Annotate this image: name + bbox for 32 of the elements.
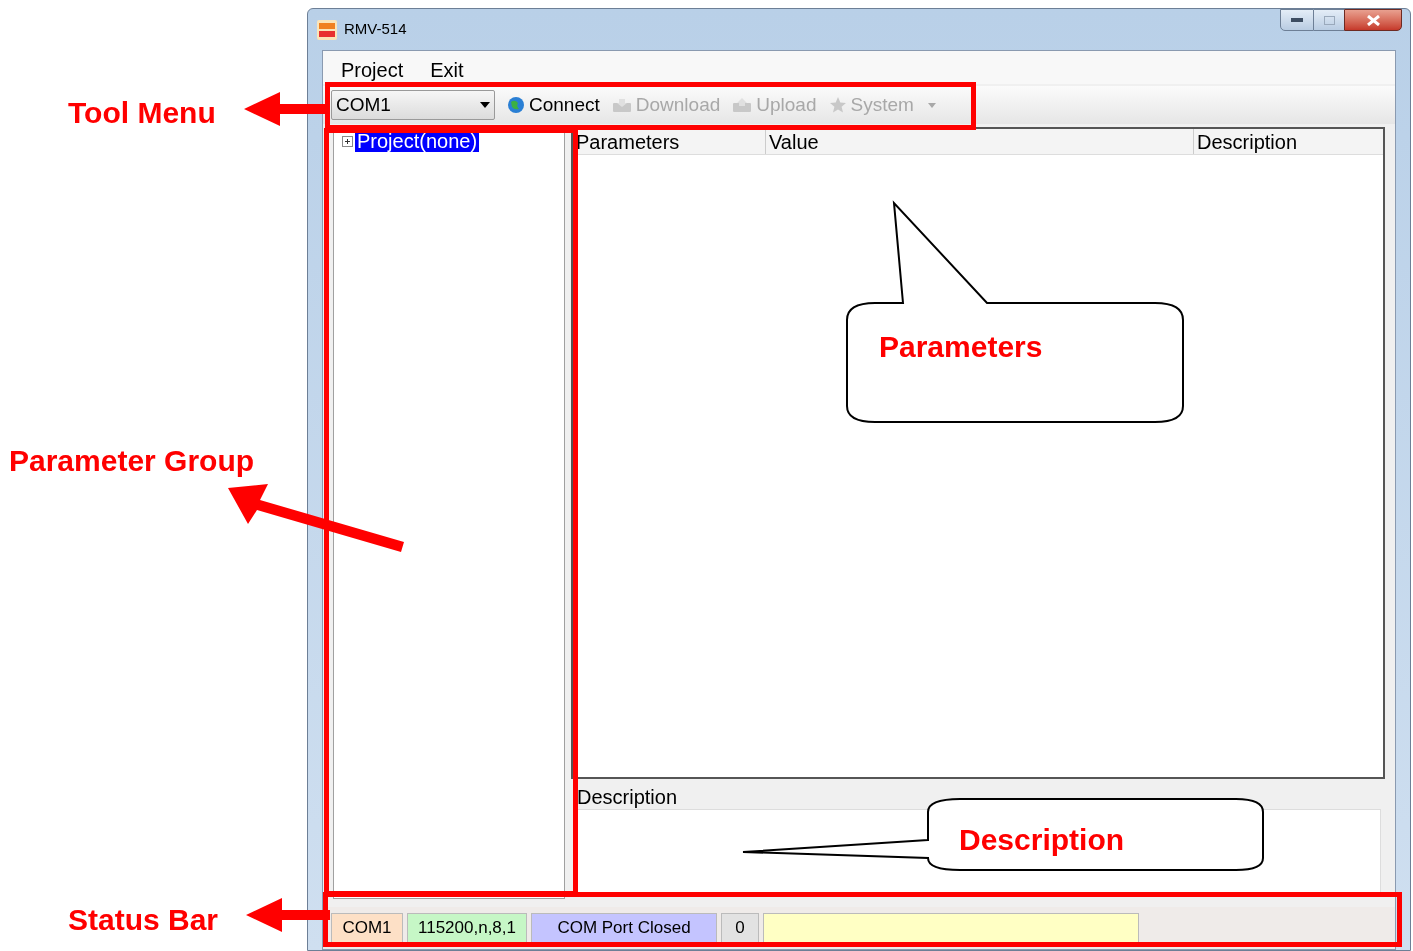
toolbar-button[interactable]: Connect [507,90,600,120]
column-header[interactable]: Value [765,129,1193,154]
close-button[interactable] [1344,9,1402,31]
annotation-label: Status Bar [68,902,219,938]
callout-text: Parameters [879,329,1043,365]
port-dropdown[interactable]: COM1 [331,90,495,120]
annotation-label: Parameter Group [9,443,255,479]
column-header[interactable]: Parameters [573,129,765,154]
star-icon [828,96,847,114]
caret-icon [480,102,490,108]
status-cell: 115200,n,8,1 [407,913,527,943]
expand-icon[interactable] [342,135,353,147]
close-icon [1366,14,1380,26]
menu-item[interactable]: Exit [430,57,464,83]
group-title: Description [577,785,679,809]
menu-item[interactable]: Project [341,57,404,83]
app-logo-icon [316,18,338,41]
window-title: RMV-514 [344,19,407,40]
tray-icon [732,97,753,113]
minimize-button[interactable] [1280,9,1314,31]
annotation-label: Tool Menu [68,95,216,131]
caret-icon [927,102,936,108]
tray-icon [611,97,632,113]
column-header[interactable]: Description [1193,129,1383,154]
maximize-button[interactable] [1314,9,1344,31]
minimize-icon [1291,18,1303,22]
status-cell: COM1 [331,913,403,943]
globe-icon [507,96,525,114]
callout-text: Description [959,822,1125,858]
status-cell: COM Port Closed [531,913,717,943]
status-cell: 0 [721,913,759,943]
maximize-icon [1323,15,1335,25]
